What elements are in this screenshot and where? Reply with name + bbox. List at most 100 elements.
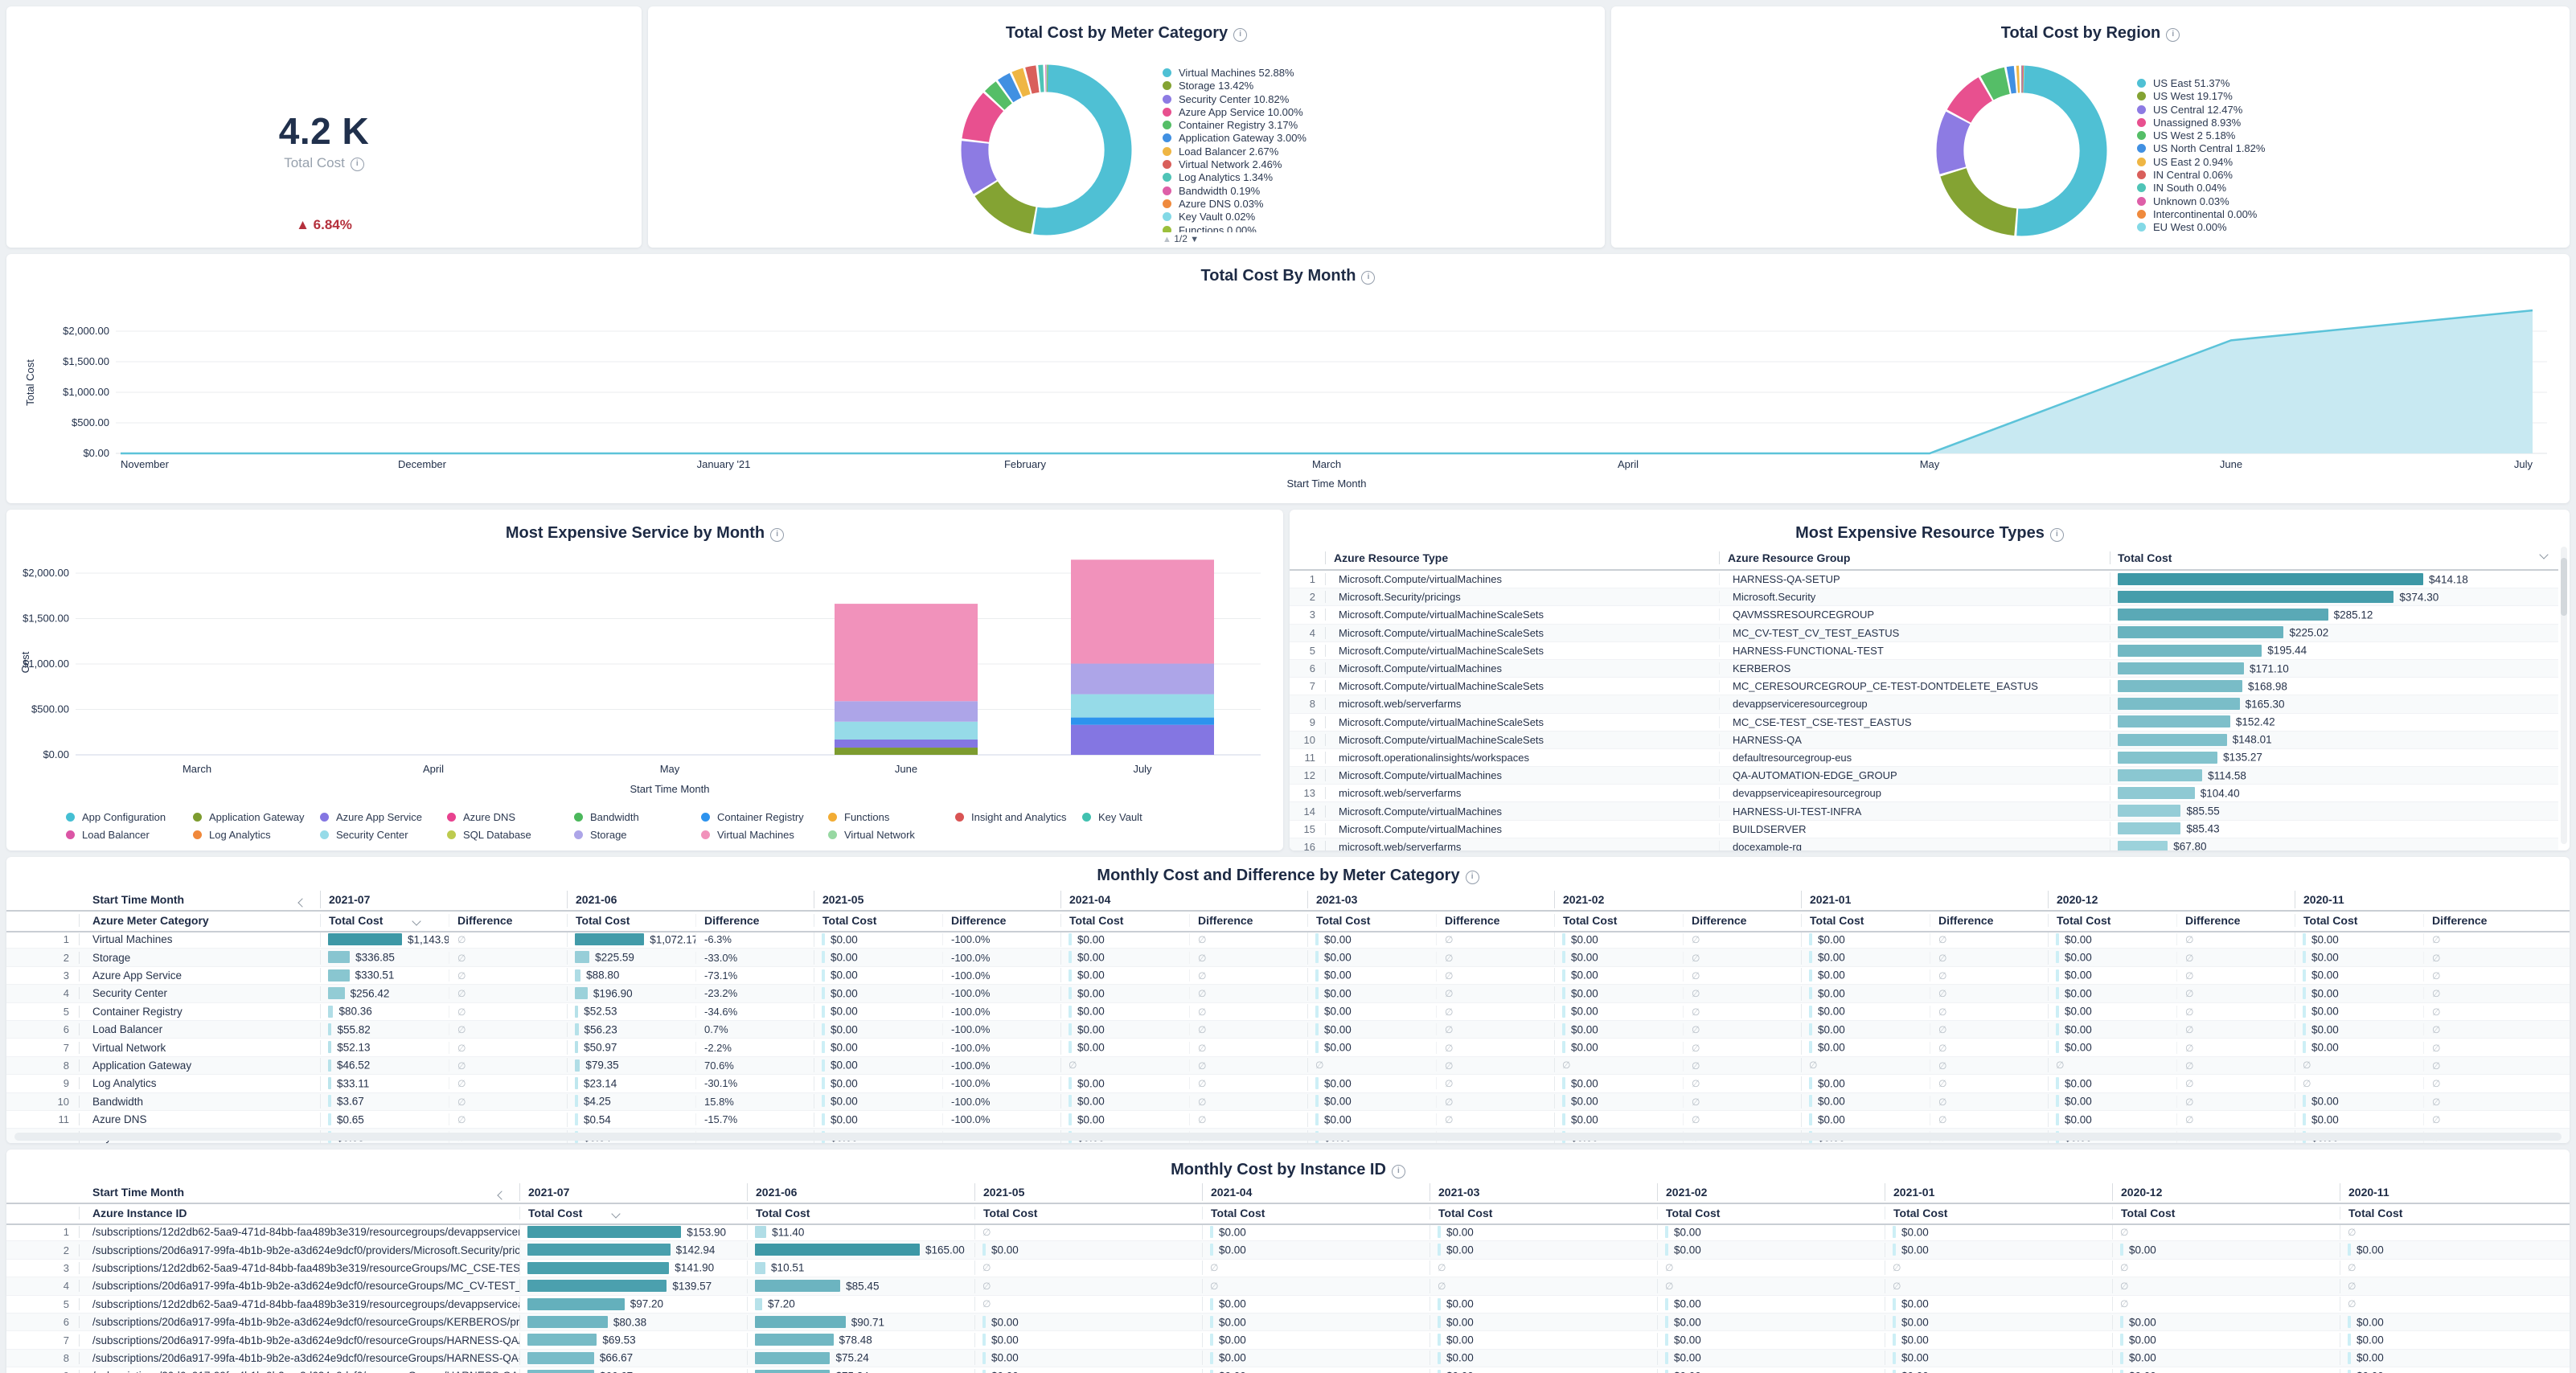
legend-item[interactable]: US West 2 5.18% <box>2137 129 2265 142</box>
table-row[interactable]: 1Virtual Machines$1,143.93∅$1,072.17-6.3… <box>6 931 2570 949</box>
month-header[interactable]: 2021-03 <box>1430 1183 1657 1201</box>
column-header-total-cost[interactable]: Total Cost <box>814 914 942 927</box>
table-row[interactable]: 5/subscriptions/12d2db62-5aa9-471d-84bb-… <box>6 1296 2570 1314</box>
table-row[interactable]: 8/subscriptions/20d6a917-99fa-4b1b-9b2e-… <box>6 1350 2570 1367</box>
page-down-icon[interactable]: ▼ <box>1190 235 1199 244</box>
legend-item[interactable]: Container Registry <box>701 809 828 826</box>
legend-item[interactable]: Load Balancer <box>66 826 193 844</box>
column-header-total-cost[interactable]: Total Cost <box>1430 1207 1657 1219</box>
legend-item[interactable]: App Configuration <box>66 809 193 826</box>
table-row[interactable]: 3Azure App Service$330.51∅$88.80-73.1%$0… <box>6 967 2570 985</box>
table-row[interactable]: 6Microsoft.Compute/virtualMachinesKERBER… <box>1290 660 2558 678</box>
month-header[interactable]: 2021-04 <box>1060 891 1307 908</box>
table-row[interactable]: 6/subscriptions/20d6a917-99fa-4b1b-9b2e-… <box>6 1314 2570 1331</box>
table-row[interactable]: 9Microsoft.Compute/virtualMachineScaleSe… <box>1290 714 2558 732</box>
legend-item[interactable]: Bandwidth 0.19% <box>1163 185 1306 198</box>
table-row[interactable]: 7Virtual Network$52.13∅$50.97-2.2%$0.00-… <box>6 1039 2570 1056</box>
stack-segment-storage[interactable] <box>1071 664 1214 695</box>
table-row[interactable]: 13microsoft.web/serverfarmsdevappservice… <box>1290 785 2558 802</box>
stack-segment-security-center[interactable] <box>1071 695 1214 718</box>
stack-segment-virtual-machines[interactable] <box>835 604 978 701</box>
month-header[interactable]: 2021-01 <box>1885 1183 2112 1201</box>
month-header[interactable]: 2021-02 <box>1657 1183 1885 1201</box>
column-header-total-cost[interactable]: Total Cost <box>567 914 695 927</box>
column-header-total-cost[interactable]: Total Cost <box>1657 1207 1885 1219</box>
table-row[interactable]: 11Azure DNS$0.65∅$0.54-15.7%$0.00-100.0%… <box>6 1111 2570 1129</box>
column-header-total-cost[interactable]: Total Cost <box>2295 914 2423 927</box>
table-row[interactable]: 10Bandwidth$3.67∅$4.2515.8%$0.00-100.0%$… <box>6 1093 2570 1111</box>
legend-item[interactable]: Log Analytics <box>193 826 320 844</box>
legend-item[interactable]: Azure App Service 10.00% <box>1163 106 1306 119</box>
month-header[interactable]: 2020-12 <box>2112 1183 2340 1201</box>
column-header-category[interactable]: Azure Meter Category <box>79 914 320 927</box>
region-donut-chart[interactable] <box>1907 36 2136 265</box>
collapse-chevron-left-icon[interactable] <box>497 1191 506 1199</box>
table-row[interactable]: 2Microsoft.Security/pricingsMicrosoft.Se… <box>1290 588 2558 606</box>
legend-item[interactable]: Security Center <box>320 826 447 844</box>
month-header[interactable]: 2020-11 <box>2295 891 2541 908</box>
table-row[interactable]: 9/subscriptions/20d6a917-99fa-4b1b-9b2e-… <box>6 1367 2570 1373</box>
column-header-difference[interactable]: Difference <box>1189 914 1307 927</box>
table-row[interactable]: 2Storage$336.85∅$225.59-33.0%$0.00-100.0… <box>6 949 2570 966</box>
sort-chevron-down-icon[interactable] <box>612 1209 621 1218</box>
stack-segment-virtual-machines[interactable] <box>1071 559 1214 663</box>
table-row[interactable]: 1Microsoft.Compute/virtualMachinesHARNES… <box>1290 571 2558 588</box>
legend-item[interactable]: Virtual Machines 52.88% <box>1163 67 1306 80</box>
legend-item[interactable]: Application Gateway 3.00% <box>1163 132 1306 145</box>
table-row[interactable]: 8Application Gateway$46.52∅$79.3570.6%$0… <box>6 1057 2570 1075</box>
month-header[interactable]: 2021-01 <box>1801 891 2048 908</box>
cost-by-month-area-chart[interactable]: $0.00$500.00$1,000.00$1,500.00$2,000.00N… <box>6 254 2570 503</box>
column-header-difference[interactable]: Difference <box>1930 914 2048 927</box>
month-header[interactable]: 2021-06 <box>567 891 814 908</box>
column-header-total-cost[interactable]: Total Cost <box>2340 1207 2567 1219</box>
horizontal-scrollbar[interactable] <box>14 1133 2562 1141</box>
table-row[interactable]: 5Microsoft.Compute/virtualMachineScaleSe… <box>1290 642 2558 660</box>
column-header-total-cost[interactable]: Total Cost <box>1202 1207 1430 1219</box>
stack-segment-azure-app-service[interactable] <box>835 740 978 748</box>
table-row[interactable]: 2/subscriptions/20d6a917-99fa-4b1b-9b2e-… <box>6 1241 2570 1259</box>
column-header-azure-resource-group[interactable]: Azure Resource Group <box>1719 551 2110 564</box>
legend-item[interactable]: Load Balancer 2.67% <box>1163 145 1306 158</box>
legend-item[interactable]: IN South 0.04% <box>2137 182 2265 195</box>
stack-segment-azure-app-service[interactable] <box>1071 725 1214 755</box>
legend-item[interactable]: Azure DNS <box>447 809 574 826</box>
column-header-category[interactable]: Azure Instance ID <box>79 1207 519 1219</box>
legend-item[interactable]: Insight and Analytics <box>955 809 1082 826</box>
column-header-total-cost[interactable]: Total Cost <box>974 1207 1202 1219</box>
column-header-total-cost[interactable]: Total Cost <box>2110 551 2558 564</box>
table-row[interactable]: 3Microsoft.Compute/virtualMachineScaleSe… <box>1290 606 2558 624</box>
table-row[interactable]: 15Microsoft.Compute/virtualMachinesBUILD… <box>1290 821 2558 838</box>
table-row[interactable]: 11microsoft.operationalinsights/workspac… <box>1290 749 2558 767</box>
column-header-difference[interactable]: Difference <box>2176 914 2295 927</box>
table-row[interactable]: 1/subscriptions/12d2db62-5aa9-471d-84bb-… <box>6 1223 2570 1241</box>
month-header[interactable]: 2021-04 <box>1202 1183 1430 1201</box>
column-header-total-cost[interactable]: Total Cost <box>2112 1207 2340 1219</box>
legend-item[interactable]: Azure App Service <box>320 809 447 826</box>
legend-item[interactable]: Storage 13.42% <box>1163 80 1306 92</box>
service-by-month-stacked-chart[interactable]: $0.00$500.00$1,000.00$1,500.00$2,000.00M… <box>6 510 1283 805</box>
table-row[interactable]: 8microsoft.web/serverfarmsdevappservicer… <box>1290 695 2558 713</box>
legend-item[interactable]: Virtual Network <box>828 826 955 844</box>
stack-segment-security-center[interactable] <box>835 722 978 740</box>
legend-item[interactable]: Virtual Machines <box>701 826 828 844</box>
vertical-scrollbar[interactable] <box>2561 547 2567 844</box>
legend-item[interactable]: US West 19.17% <box>2137 90 2265 103</box>
info-icon[interactable]: i <box>1233 28 1247 42</box>
column-header-difference[interactable]: Difference <box>695 914 814 927</box>
legend-item[interactable]: US East 51.37% <box>2137 77 2265 90</box>
column-header-total-cost[interactable]: Total Cost <box>1060 914 1189 927</box>
table-row[interactable]: 12Microsoft.Compute/virtualMachinesQA-AU… <box>1290 767 2558 785</box>
scrollbar-thumb[interactable] <box>2561 558 2567 616</box>
table-row[interactable]: 9Log Analytics$33.11∅$23.14-30.1%$0.00-1… <box>6 1075 2570 1092</box>
column-header-difference[interactable]: Difference <box>1683 914 1801 927</box>
collapse-chevron-left-icon[interactable] <box>297 898 306 907</box>
month-header[interactable]: 2021-02 <box>1554 891 1801 908</box>
column-header-total-cost[interactable]: Total Cost <box>1885 1207 2112 1219</box>
month-header[interactable]: 2020-12 <box>2048 891 2295 908</box>
month-header[interactable]: 2021-05 <box>814 891 1060 908</box>
info-icon[interactable]: i <box>1361 271 1375 285</box>
table-row[interactable]: 3/subscriptions/12d2db62-5aa9-471d-84bb-… <box>6 1260 2570 1277</box>
table-row[interactable]: 7Microsoft.Compute/virtualMachineScaleSe… <box>1290 678 2558 695</box>
legend-item[interactable]: US East 2 0.94% <box>2137 156 2265 169</box>
month-header[interactable]: 2021-07 <box>519 1183 747 1201</box>
